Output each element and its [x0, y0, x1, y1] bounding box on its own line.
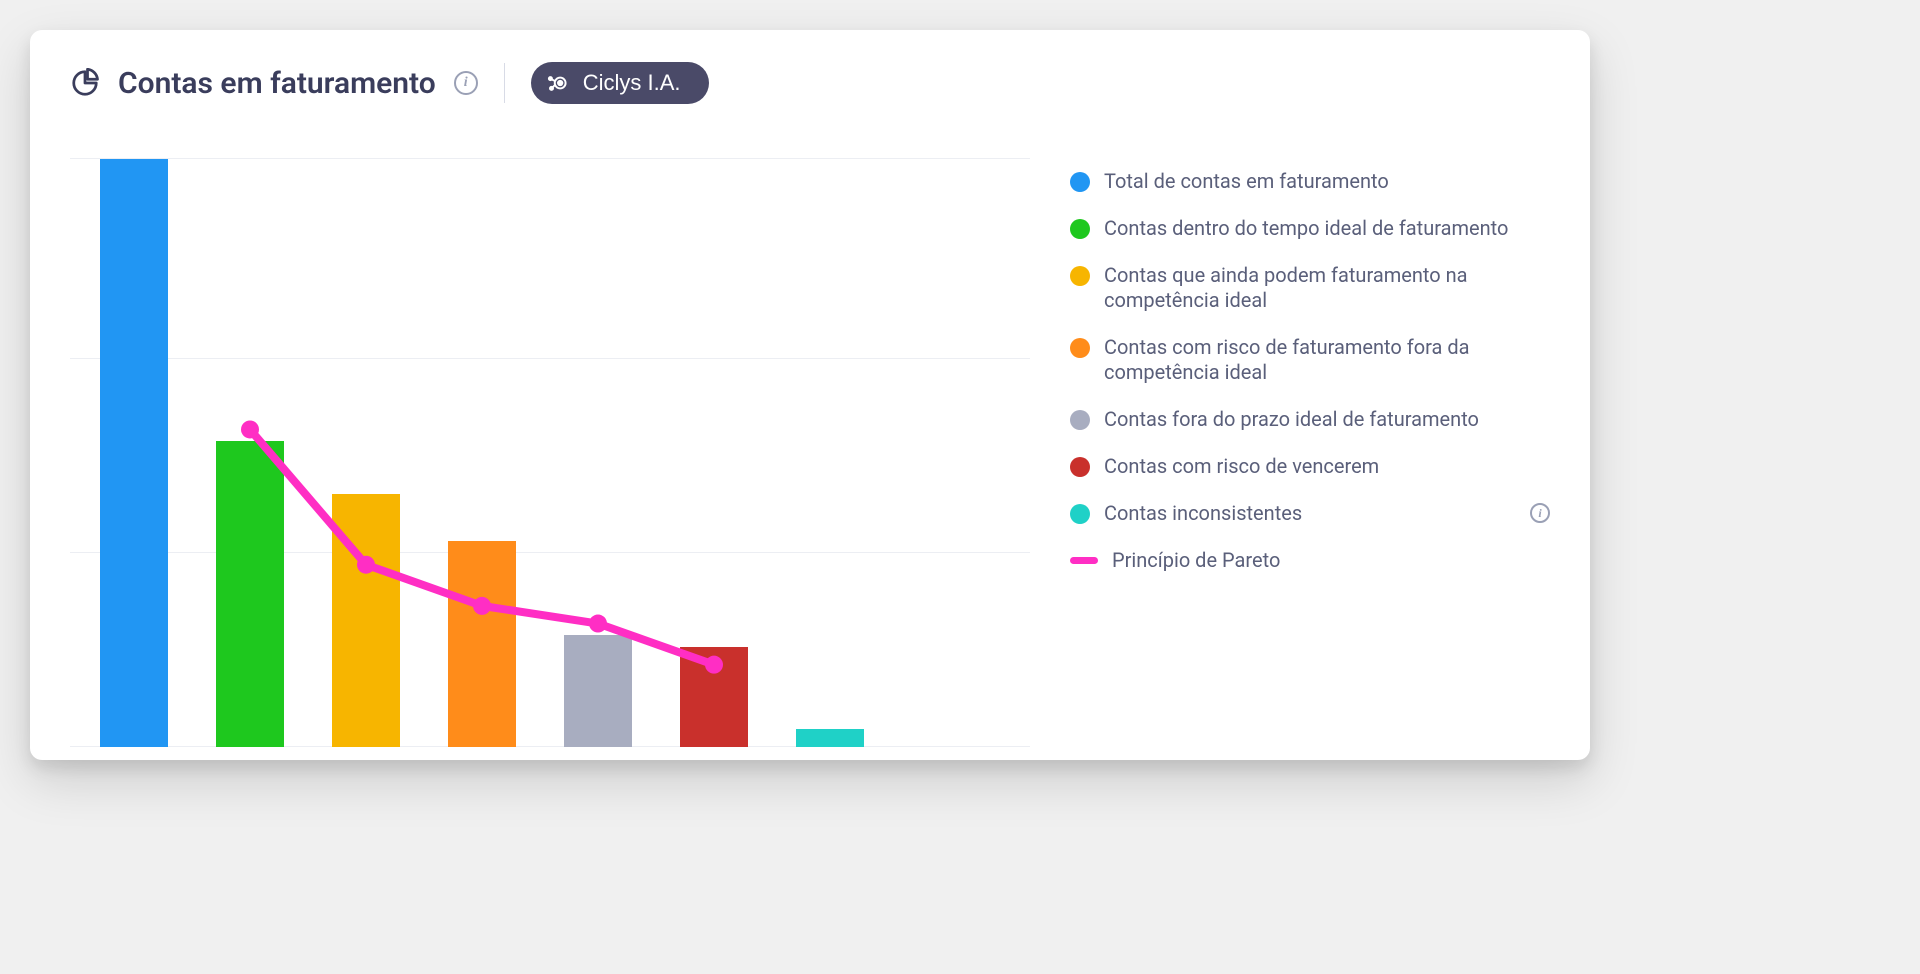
bar[interactable]: [796, 729, 864, 747]
pie-chart-icon: [70, 68, 100, 98]
legend-label: Princípio de Pareto: [1112, 548, 1550, 573]
vertical-divider: [504, 63, 505, 103]
legend-dot-marker: [1070, 457, 1090, 477]
legend-label: Contas com risco de vencerem: [1104, 454, 1550, 479]
bar[interactable]: [448, 541, 516, 747]
legend-item[interactable]: Princípio de Pareto: [1070, 548, 1550, 573]
bar[interactable]: [680, 647, 748, 747]
legend-label: Contas com risco de faturamento fora da …: [1104, 335, 1550, 385]
chart-area: [70, 159, 1030, 747]
card-body: Total de contas em faturamento Contas den…: [70, 159, 1550, 747]
ai-pill-label: Ciclys I.A.: [583, 70, 681, 96]
chart-card: Contas em faturamento i Ciclys I.A. Tota…: [30, 30, 1590, 760]
legend-line-marker: [1070, 557, 1098, 564]
bar[interactable]: [100, 159, 168, 747]
bar[interactable]: [216, 441, 284, 747]
legend-label: Contas dentro do tempo ideal de faturame…: [1104, 216, 1550, 241]
bar[interactable]: [564, 635, 632, 747]
legend-label: Total de contas em faturamento: [1104, 169, 1550, 194]
legend-item[interactable]: Contas inconsistentes i: [1070, 501, 1550, 526]
legend-dot-marker: [1070, 219, 1090, 239]
ai-pill-button[interactable]: Ciclys I.A.: [531, 62, 709, 104]
bar[interactable]: [332, 494, 400, 747]
legend-item[interactable]: Contas que ainda podem faturamento na co…: [1070, 263, 1550, 313]
card-header: Contas em faturamento i Ciclys I.A.: [70, 62, 1550, 104]
legend-label: Contas fora do prazo ideal de faturament…: [1104, 407, 1550, 432]
bar-chart: [70, 159, 1030, 747]
legend-item[interactable]: Total de contas em faturamento: [1070, 169, 1550, 194]
legend-item[interactable]: Contas fora do prazo ideal de faturament…: [1070, 407, 1550, 432]
legend-dot-marker: [1070, 172, 1090, 192]
legend-label: Contas inconsistentes: [1104, 501, 1522, 526]
info-icon[interactable]: i: [1530, 503, 1550, 523]
legend-item[interactable]: Contas dentro do tempo ideal de faturame…: [1070, 216, 1550, 241]
card-title: Contas em faturamento: [118, 66, 436, 101]
legend-label: Contas que ainda podem faturamento na co…: [1104, 263, 1550, 313]
legend-dot-marker: [1070, 504, 1090, 524]
legend-item[interactable]: Contas com risco de faturamento fora da …: [1070, 335, 1550, 385]
legend-dot-marker: [1070, 338, 1090, 358]
legend-item[interactable]: Contas com risco de vencerem: [1070, 454, 1550, 479]
chart-legend: Total de contas em faturamento Contas den…: [1070, 159, 1550, 747]
legend-dot-marker: [1070, 266, 1090, 286]
info-icon[interactable]: i: [454, 71, 478, 95]
legend-dot-marker: [1070, 410, 1090, 430]
